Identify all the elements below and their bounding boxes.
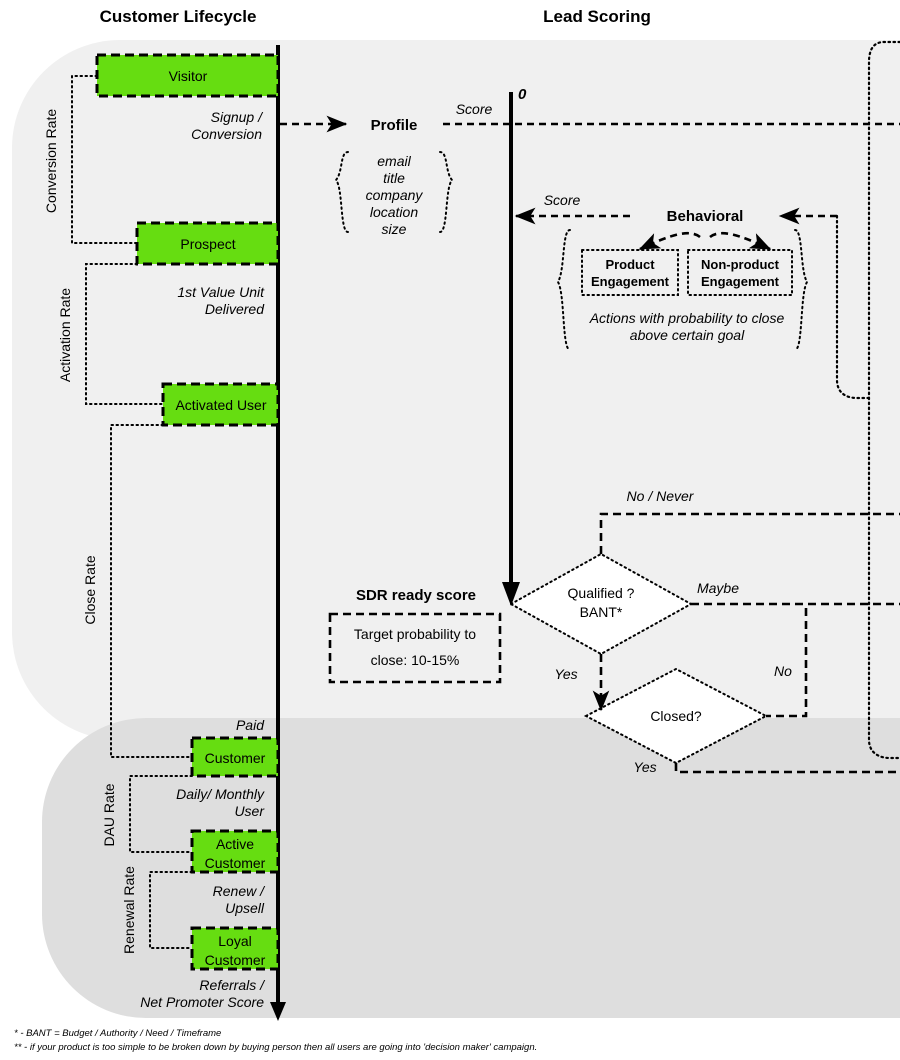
stage-label-line2: Customer — [205, 952, 266, 968]
svg-text:Referrals /: Referrals / — [199, 977, 266, 993]
background-bands — [12, 40, 900, 1018]
svg-text:Daily/ Monthly: Daily/ Monthly — [176, 786, 265, 802]
edge-label-yes-qualified: Yes — [554, 666, 577, 682]
svg-text:Net Promoter Score: Net Promoter Score — [140, 994, 264, 1010]
svg-text:Upsell: Upsell — [225, 900, 265, 916]
transition-label-paid: Paid — [236, 717, 265, 733]
profile-score-label: Score — [456, 101, 493, 117]
box-label-line2: Engagement — [591, 274, 670, 289]
stage-label-line1: Active — [216, 836, 254, 852]
behavioral-title: Behavioral — [667, 208, 744, 225]
svg-text:Delivered: Delivered — [205, 301, 265, 317]
stage-box-activated-user[interactable]: Activated User — [161, 382, 280, 427]
box-label-line1: Product — [605, 257, 655, 272]
edge-label-maybe: Maybe — [697, 580, 739, 596]
sdr-body-line2: close: 10-15% — [371, 652, 460, 668]
box-label-line1: Non-product — [701, 257, 780, 272]
title-lead-scoring: Lead Scoring — [543, 7, 651, 26]
rate-label-conversion: Conversion Rate — [43, 109, 59, 213]
behavioral-score-label: Score — [544, 192, 581, 208]
title-customer-lifecycle: Customer Lifecycle — [100, 7, 257, 26]
stage-box-prospect[interactable]: Prospect — [135, 221, 280, 266]
svg-text:location: location — [370, 204, 418, 220]
svg-text:above certain goal: above certain goal — [630, 327, 745, 343]
edge-label-yes-closed: Yes — [633, 759, 656, 775]
svg-text:company: company — [366, 187, 424, 203]
stage-label: Customer — [205, 750, 266, 766]
stage-box-loyal-customer[interactable]: Loyal Customer — [190, 926, 280, 971]
score-axis-zero-label: 0 — [518, 86, 527, 103]
svg-text:Actions with probability to cl: Actions with probability to close — [589, 310, 785, 326]
svg-text:User: User — [234, 803, 265, 819]
rate-label-dau: DAU Rate — [101, 783, 117, 846]
rate-label-renewal: Renewal Rate — [121, 866, 137, 954]
svg-text:Renew /: Renew / — [213, 883, 266, 899]
stage-label: Prospect — [180, 236, 235, 252]
sdr-ready-score-title: SDR ready score — [356, 587, 476, 604]
svg-text:1st Value Unit: 1st Value Unit — [177, 284, 265, 300]
rate-label-activation: Activation Rate — [57, 288, 73, 382]
decision-label-line1: Closed? — [650, 708, 702, 724]
stage-box-customer[interactable]: Customer — [190, 736, 280, 778]
footnote-2: ** - if your product is too simple to be… — [14, 1042, 537, 1053]
svg-text:title: title — [383, 170, 405, 186]
decision-label-line1: Qualified ? — [568, 585, 635, 601]
svg-text:Paid: Paid — [236, 717, 265, 733]
footnote-1: * - BANT = Budget / Authority / Need / T… — [14, 1028, 221, 1039]
rate-label-close: Close Rate — [82, 555, 98, 624]
stage-label-line2: Customer — [205, 855, 266, 871]
profile-title: Profile — [371, 117, 418, 134]
svg-text:Conversion: Conversion — [191, 126, 262, 142]
diagram-canvas: Customer Lifecycle Lead Scoring Visitor … — [0, 0, 900, 1060]
svg-text:size: size — [382, 221, 407, 237]
sdr-body-line1: Target probability to — [354, 626, 476, 642]
footnotes: * - BANT = Budget / Authority / Need / T… — [14, 1028, 537, 1053]
stage-box-active-customer[interactable]: Active Customer — [190, 829, 280, 874]
svg-text:email: email — [377, 153, 411, 169]
stage-label: Visitor — [169, 68, 208, 84]
stage-label-line1: Loyal — [218, 933, 251, 949]
box-label-line2: Engagement — [701, 274, 780, 289]
edge-label-no-never: No / Never — [627, 488, 695, 504]
edge-label-no-closed: No — [774, 663, 792, 679]
stage-label: Activated User — [175, 397, 266, 413]
decision-label-line2: BANT* — [580, 604, 623, 620]
stage-box-visitor[interactable]: Visitor — [95, 53, 280, 98]
svg-text:Signup /: Signup / — [211, 109, 264, 125]
